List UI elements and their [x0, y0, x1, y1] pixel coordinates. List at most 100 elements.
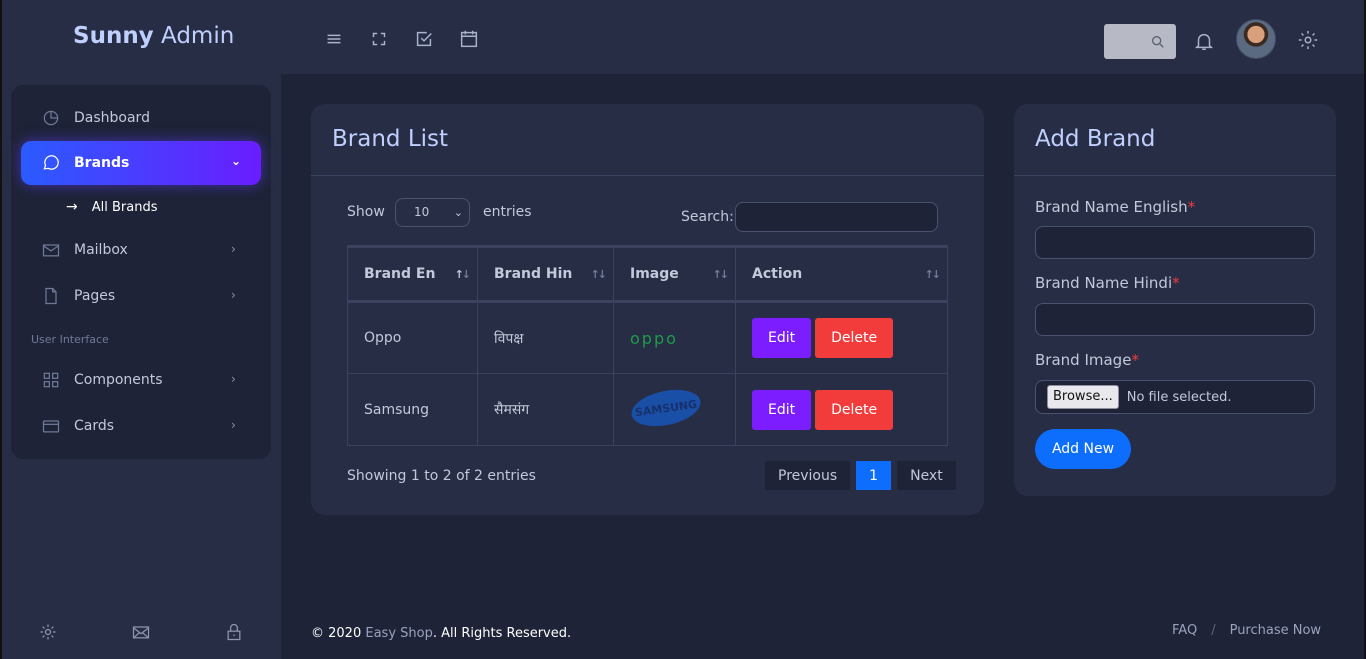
app-name-bold: Sunny [73, 23, 154, 49]
add-new-button[interactable]: Add New [1035, 429, 1131, 469]
chat-icon [41, 153, 61, 173]
mail-icon[interactable] [131, 622, 151, 642]
brand-name-hindi-input[interactable] [1035, 303, 1315, 336]
entries-select[interactable]: 10 ⌄ [395, 198, 470, 227]
mail-icon [41, 240, 61, 260]
column-header-label: Brand En [364, 266, 436, 282]
sidebar-item-components[interactable]: Components › [21, 358, 261, 402]
copyright-suffix: . All Rights Reserved. [432, 626, 572, 641]
add-brand-card: Add Brand Brand Name English* Brand Name… [1014, 104, 1336, 496]
table-row: Oppo विपक्ष oppo Edit Delete [347, 301, 948, 374]
file-icon [41, 286, 61, 306]
brand-table: Brand En ↑↓ Brand Hin ↑↓ Image ↑↓ Action ↑↓ … [347, 245, 948, 446]
grid-icon [41, 370, 61, 390]
sort-icon: ↑↓ [924, 268, 942, 281]
sidebar-item-brands[interactable]: Brands ⌄ [21, 141, 261, 185]
previous-page-button[interactable]: Previous [764, 460, 852, 491]
required-mark: * [1131, 351, 1139, 369]
search-label: Search: [681, 209, 734, 225]
calendar-icon[interactable] [458, 28, 480, 50]
arrow-right-icon: → [66, 199, 78, 215]
field-label-text: Brand Name Hindi [1035, 274, 1173, 292]
gear-icon[interactable] [38, 622, 58, 642]
browse-button[interactable]: Browse... [1047, 385, 1119, 409]
brand-image-label: Brand Image* [1035, 351, 1139, 369]
bell-icon[interactable] [1193, 30, 1215, 52]
app-name-rest: Admin [153, 23, 235, 49]
footer-copyright: © 2020 Easy Shop. All Rights Reserved. [311, 626, 571, 641]
purchase-now-link[interactable]: Purchase Now [1230, 623, 1321, 638]
sidebar-item-label: Mailbox [74, 242, 128, 258]
avatar[interactable] [1236, 19, 1276, 59]
column-header-brand-en[interactable]: Brand En ↑↓ [347, 245, 478, 303]
sidebar-item-mailbox[interactable]: Mailbox › [21, 228, 261, 272]
edit-button[interactable]: Edit [752, 389, 812, 430]
required-mark: * [1187, 198, 1196, 216]
checkbox-icon[interactable] [413, 28, 435, 50]
chevron-right-icon: › [231, 372, 236, 386]
lock-icon[interactable] [224, 622, 244, 642]
brand-name-english-label: Brand Name English* [1035, 198, 1195, 216]
column-header-brand-hin[interactable]: Brand Hin ↑↓ [477, 245, 614, 303]
divider [1014, 175, 1336, 176]
page-button-1[interactable]: 1 [855, 460, 893, 491]
separator: / [1211, 623, 1216, 638]
app-logo[interactable]: Sunny Admin [73, 23, 234, 49]
sidebar: Dashboard Brands ⌄ → All Brands Mailbox … [2, 74, 281, 659]
chevron-down-icon: ⌄ [453, 206, 463, 219]
gear-icon[interactable] [1297, 29, 1319, 51]
entries-label: entries [483, 204, 532, 220]
pie-chart-icon [41, 108, 61, 128]
column-header-label: Brand Hin [494, 266, 573, 282]
next-page-button[interactable]: Next [896, 460, 957, 491]
entries-value: 10 [414, 205, 430, 219]
edit-button[interactable]: Edit [752, 318, 812, 358]
cell-image: SAMSUNG [613, 373, 736, 446]
sidebar-item-cards[interactable]: Cards › [21, 404, 261, 448]
cell-image: oppo [613, 301, 736, 374]
sidebar-item-label: Brands [74, 155, 130, 171]
table-info: Showing 1 to 2 of 2 entries [347, 468, 536, 484]
divider [311, 175, 984, 176]
column-header-label: Action [752, 266, 803, 282]
column-header-action[interactable]: Action ↑↓ [735, 245, 948, 303]
sidebar-item-label: Components [74, 372, 163, 388]
footer-links: FAQ / Purchase Now [1172, 623, 1321, 638]
sidebar-item-label: Cards [74, 418, 115, 434]
sort-icon: ↑↓ [712, 268, 730, 281]
file-status-text: No file selected. [1126, 389, 1232, 405]
brand-name-hindi-label: Brand Name Hindi* [1035, 274, 1180, 292]
column-header-label: Image [630, 266, 679, 282]
chevron-right-icon: › [231, 242, 236, 256]
menu-icon[interactable] [323, 28, 345, 50]
sort-icon: ↑↓ [590, 268, 608, 281]
chevron-down-icon: ⌄ [231, 154, 242, 168]
delete-button[interactable]: Delete [815, 318, 894, 358]
cell-brand-en: Oppo [347, 301, 478, 374]
cell-action: Edit Delete [735, 301, 948, 374]
search-icon [1150, 34, 1166, 50]
header-search[interactable] [1104, 24, 1176, 59]
oppo-logo-image: oppo [630, 328, 678, 348]
sidebar-subitem-all-brands[interactable]: → All Brands [66, 199, 157, 215]
samsung-logo-image: SAMSUNG [631, 389, 701, 426]
brand-image-file-input[interactable]: Browse... No file selected. [1035, 380, 1315, 414]
brand-name-english-input[interactable] [1035, 226, 1315, 259]
chevron-right-icon: › [231, 418, 236, 432]
cell-brand-en: Samsung [347, 373, 478, 446]
fullscreen-icon[interactable] [368, 28, 390, 50]
sidebar-item-dashboard[interactable]: Dashboard [21, 96, 261, 140]
top-header: Sunny Admin [2, 0, 1364, 74]
table-row: Samsung सैमसंग SAMSUNG Edit Delete [347, 373, 948, 446]
company-link[interactable]: Easy Shop [365, 626, 432, 641]
required-mark: * [1172, 274, 1180, 292]
card-title: Brand List [332, 126, 449, 152]
delete-button[interactable]: Delete [815, 389, 894, 430]
brand-list-card: Brand List Show 10 ⌄ entries Search: Bra… [311, 104, 984, 515]
table-search-input[interactable] [735, 202, 938, 232]
column-header-image[interactable]: Image ↑↓ [613, 245, 736, 303]
faq-link[interactable]: FAQ [1172, 623, 1197, 638]
copyright-prefix: © 2020 [311, 626, 366, 641]
sidebar-menu: Dashboard Brands ⌄ → All Brands Mailbox … [11, 85, 271, 459]
sidebar-item-pages[interactable]: Pages › [21, 274, 261, 318]
